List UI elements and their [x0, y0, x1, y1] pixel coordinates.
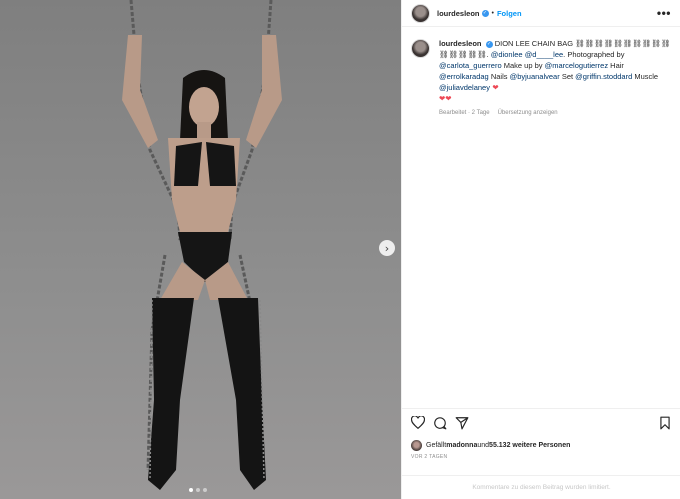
avatar[interactable]: [411, 39, 430, 58]
likes-middle: und: [477, 442, 490, 449]
caption-body: Set: [559, 72, 576, 81]
caption-block: lourdesleon ✓ DION LEE CHAIN BAG ⛓⛓⛓⛓⛓⛓⛓…: [402, 27, 680, 104]
likes-summary: Gefällt madonna und 55.132 weitere Perso…: [411, 440, 570, 451]
carousel-indicator: [189, 488, 207, 492]
edited-label: Bearbeitet · 2 Tage: [439, 110, 490, 116]
carousel-dot: [196, 488, 200, 492]
likes-prefix: Gefällt: [426, 442, 447, 449]
mention-link[interactable]: @byjuanalvear: [510, 72, 560, 81]
next-arrow-icon[interactable]: ›: [379, 240, 395, 256]
avatar[interactable]: [411, 3, 430, 23]
heart-icon[interactable]: [411, 416, 425, 430]
caption-body: Muscle: [632, 72, 659, 81]
separator-dot: •: [491, 9, 494, 17]
share-icon[interactable]: [455, 416, 469, 430]
verified-icon: ✓: [481, 9, 489, 17]
post-date[interactable]: VOR 2 TAGEN: [411, 454, 447, 460]
mention-link[interactable]: @juliavdelaney: [439, 83, 490, 92]
translate-link[interactable]: Übersetzung anzeigen: [498, 110, 558, 116]
mention-link[interactable]: @d____lee: [525, 50, 563, 59]
mention-link[interactable]: @errolkaradag: [439, 72, 489, 81]
post-photo: ›: [0, 0, 401, 499]
mention-link[interactable]: @marcelogutierrez: [545, 61, 608, 70]
caption-body: Make up by: [501, 61, 545, 70]
likes-count[interactable]: 55.132 weitere Personen: [489, 442, 570, 449]
caption-body: Hair: [608, 61, 624, 70]
caption-username[interactable]: lourdesleon: [439, 39, 482, 48]
carousel-dot: [203, 488, 207, 492]
header-username[interactable]: lourdesleon: [437, 9, 480, 18]
heart-emoji: ❤❤: [439, 94, 452, 103]
avatar[interactable]: [411, 440, 422, 451]
comments-limited-notice: Kommentare zu diesem Beitrag wurden limi…: [402, 475, 680, 499]
caption-body: . Photographed by: [563, 50, 625, 59]
post-sidebar: lourdesleon ✓ • Folgen ••• lourdesleon ✓…: [401, 0, 680, 499]
liker-username[interactable]: madonna: [446, 442, 477, 449]
comment-icon[interactable]: [433, 416, 447, 430]
photo-illustration: [0, 0, 401, 499]
heart-emoji: ❤: [489, 83, 499, 92]
mention-link[interactable]: @dionlee: [491, 50, 523, 59]
carousel-dot: [189, 488, 193, 492]
action-bar: [402, 408, 680, 436]
follow-button[interactable]: Folgen: [497, 9, 522, 18]
caption-body: Nails: [488, 72, 510, 81]
verified-icon: ✓: [485, 40, 493, 48]
mention-link[interactable]: @griffin.stoddard: [575, 72, 632, 81]
more-icon[interactable]: •••: [657, 7, 671, 19]
post-header: lourdesleon ✓ • Folgen •••: [402, 0, 680, 27]
mention-link[interactable]: @carlota_guerrero: [439, 61, 502, 70]
caption-meta: Bearbeitet · 2 Tage Übersetzung anzeigen: [439, 110, 680, 116]
caption-text: lourdesleon ✓ DION LEE CHAIN BAG ⛓⛓⛓⛓⛓⛓⛓…: [439, 38, 671, 104]
bookmark-icon[interactable]: [658, 416, 672, 430]
